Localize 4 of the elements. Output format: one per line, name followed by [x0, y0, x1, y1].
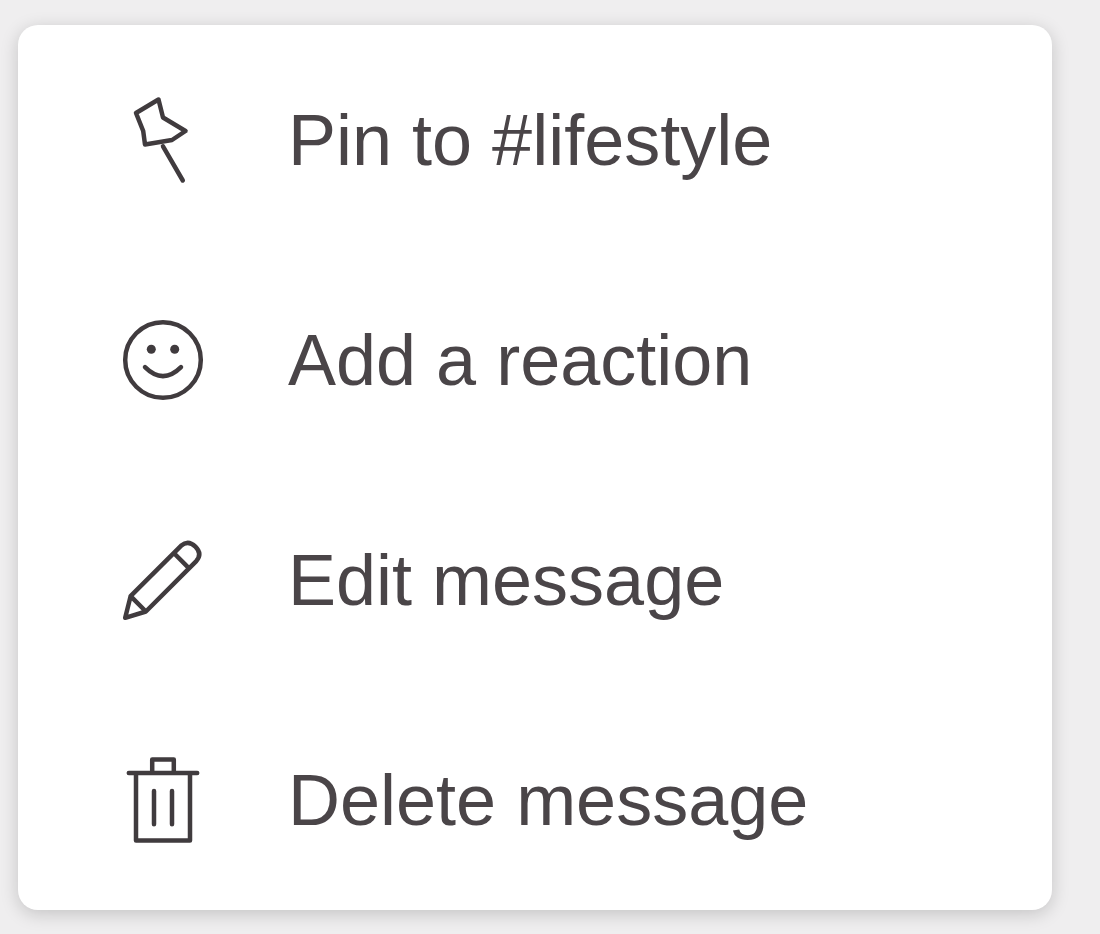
menu-item[interactable]: Add a reaction [18, 250, 1052, 470]
menu-item[interactable]: Edit message [18, 470, 1052, 690]
menu-item[interactable]: Pin to #lifestyle [18, 30, 1052, 250]
menu-item[interactable]: Delete message [18, 690, 1052, 910]
